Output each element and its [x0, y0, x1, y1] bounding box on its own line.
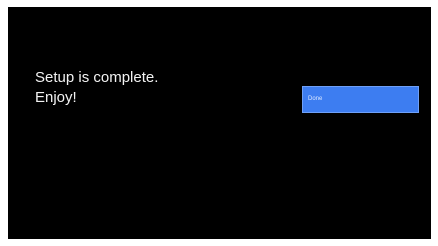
message-line-2: Enjoy!	[35, 89, 77, 106]
tv-screen: Setup is complete. Enjoy! Done	[8, 7, 431, 239]
done-button[interactable]: Done	[302, 86, 419, 113]
message-line-1: Setup is complete.	[35, 69, 159, 86]
setup-complete-message: Setup is complete. Enjoy!	[35, 68, 158, 108]
